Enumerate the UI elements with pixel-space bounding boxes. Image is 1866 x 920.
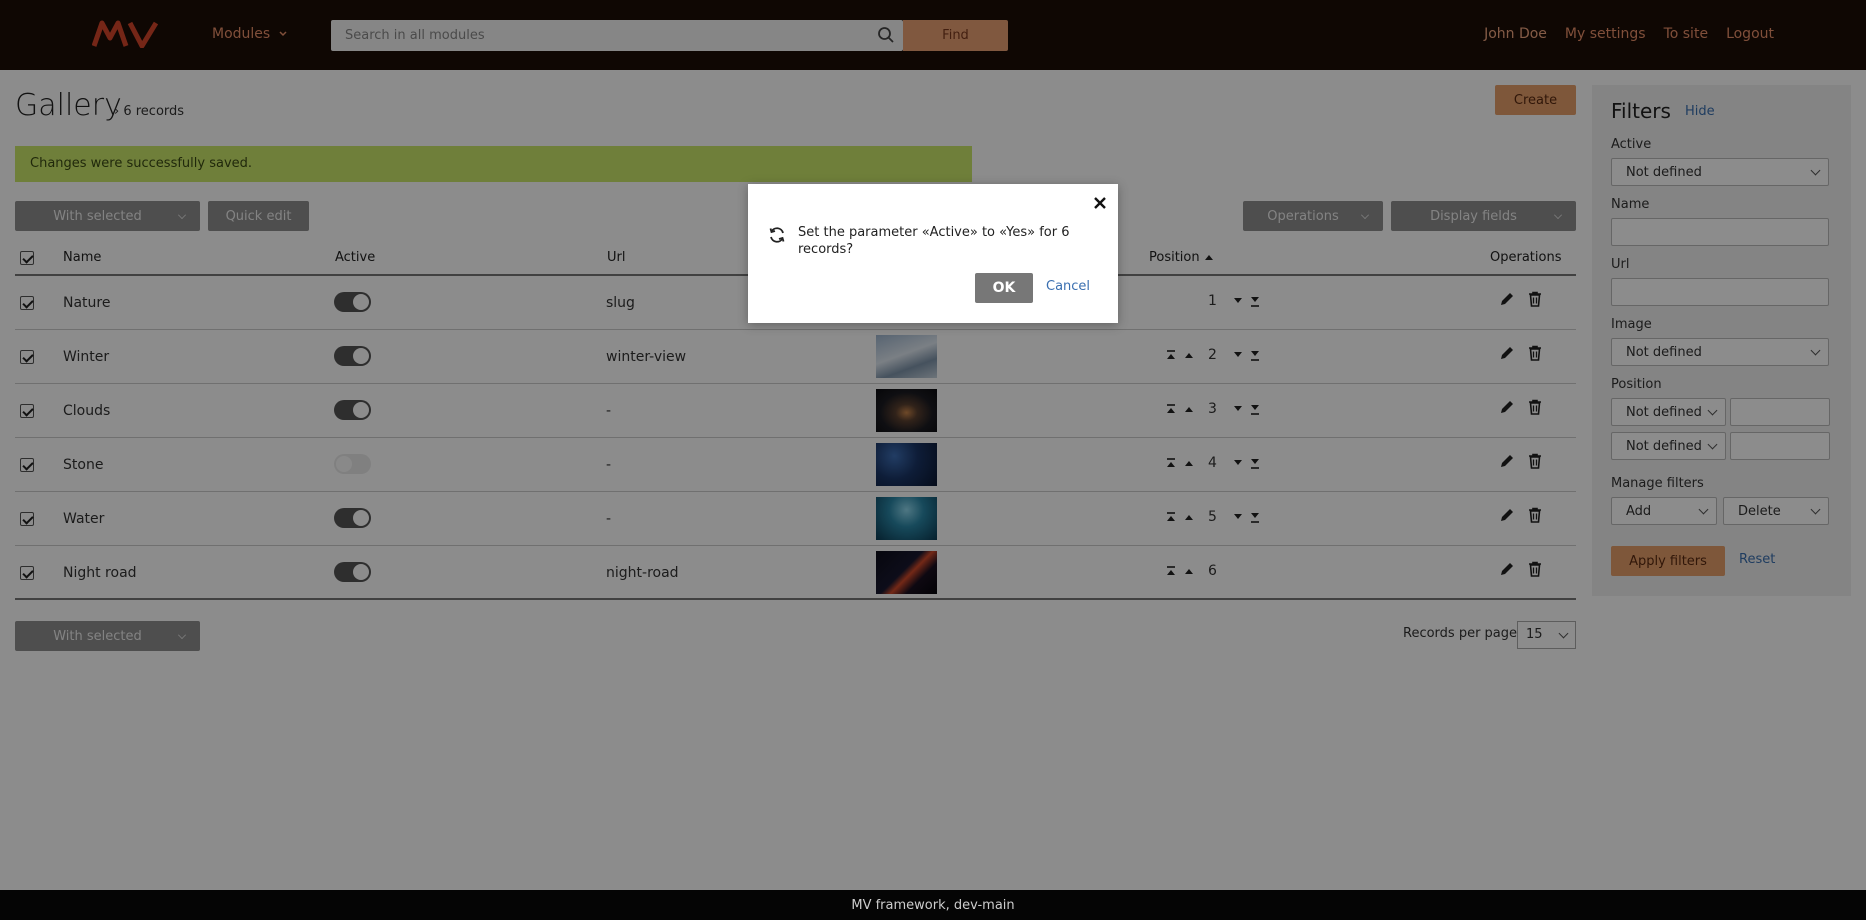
ok-button[interactable]: OK bbox=[975, 273, 1033, 303]
refresh-icon bbox=[769, 227, 785, 243]
confirm-dialog: Set the parameter «Active» to «Yes» for … bbox=[748, 184, 1118, 323]
modal-overlay[interactable] bbox=[0, 0, 1866, 890]
cancel-link[interactable]: Cancel bbox=[1046, 279, 1090, 294]
close-icon[interactable] bbox=[1093, 196, 1107, 210]
footer: MV framework, dev-main bbox=[0, 890, 1866, 920]
confirm-message: Set the parameter «Active» to «Yes» for … bbox=[798, 225, 1070, 257]
